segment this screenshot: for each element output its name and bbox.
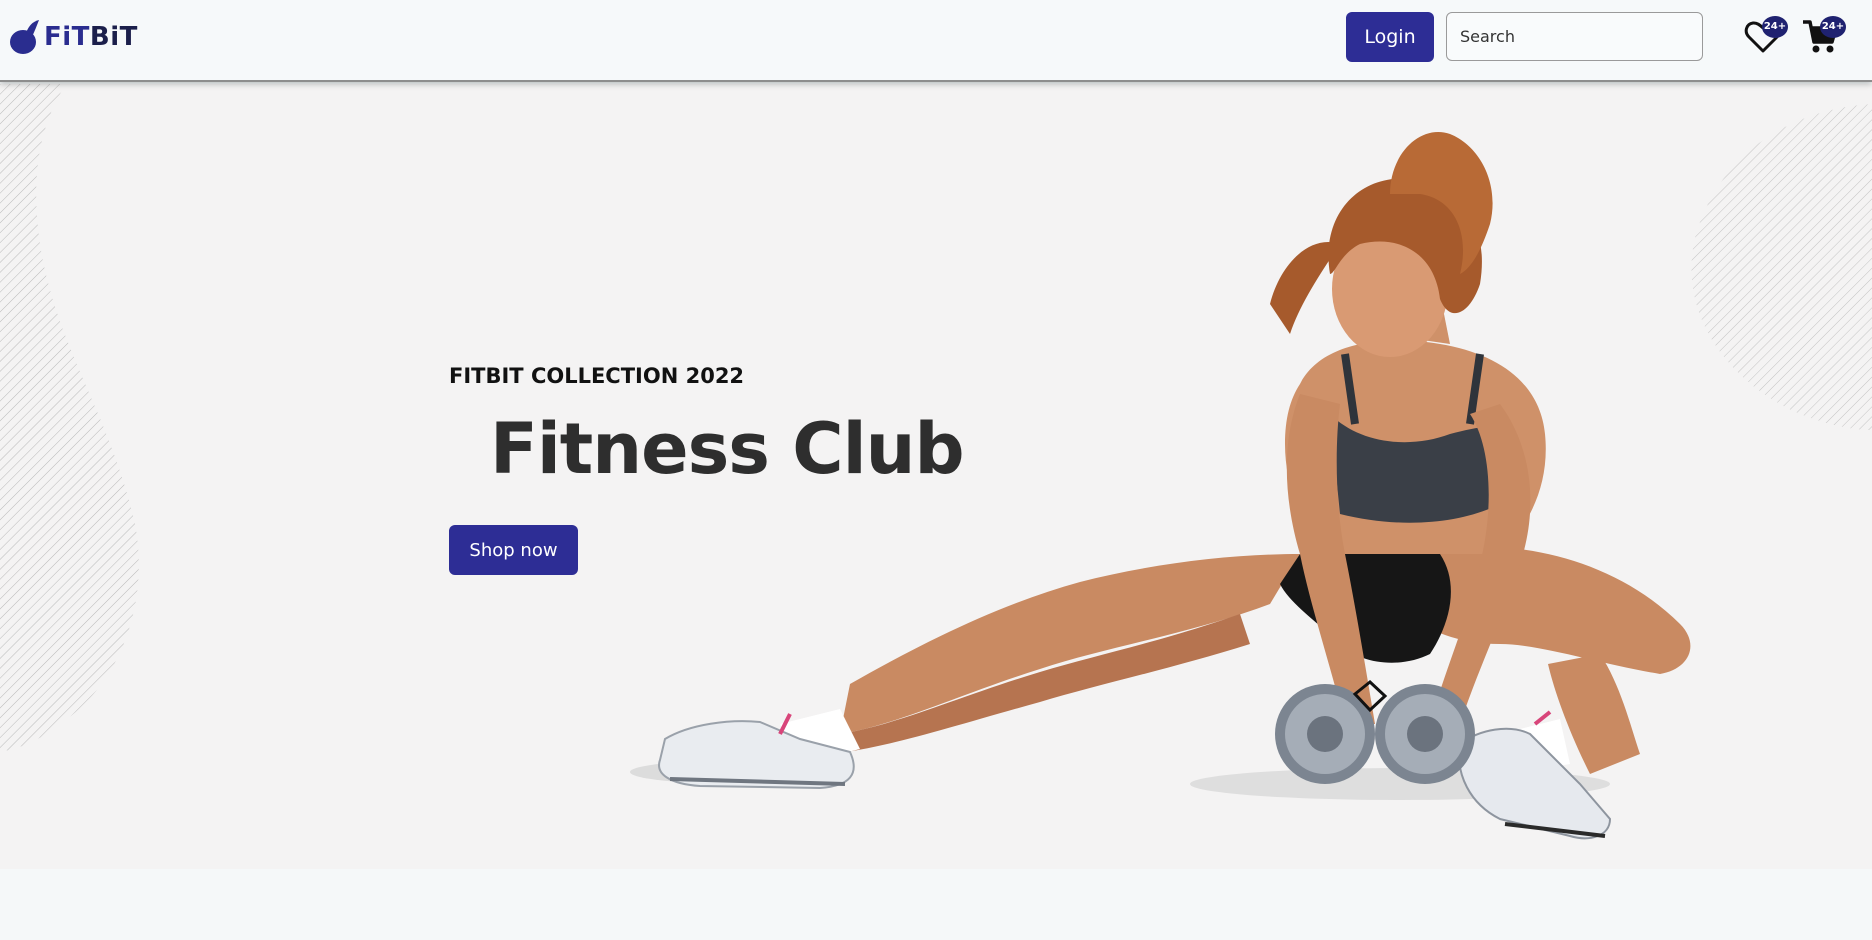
cart-button[interactable]: 24+ [1802,14,1850,62]
wishlist-button[interactable]: 24+ [1744,14,1792,62]
logo-text: FiTBiT [44,22,138,52]
cart-count-badge: 24+ [1820,16,1846,38]
shop-now-button[interactable]: Shop now [449,525,578,575]
hero-banner: FITBIT COLLECTION 2022 Fitness Club Shop… [0,84,1872,869]
logo-mark-icon [10,20,39,54]
dumbbell-right [1375,684,1475,784]
site-header: FiTBiT Login 24+ 24+ [0,0,1872,82]
hatch-pattern-left-decoration [0,84,139,752]
wishlist-count-badge: 24+ [1762,16,1788,38]
login-button[interactable]: Login [1346,12,1434,62]
athlete-with-dumbbells-image [630,132,1691,840]
search-input[interactable] [1446,12,1703,61]
fitbit-logo[interactable]: FiTBiT [8,18,138,56]
